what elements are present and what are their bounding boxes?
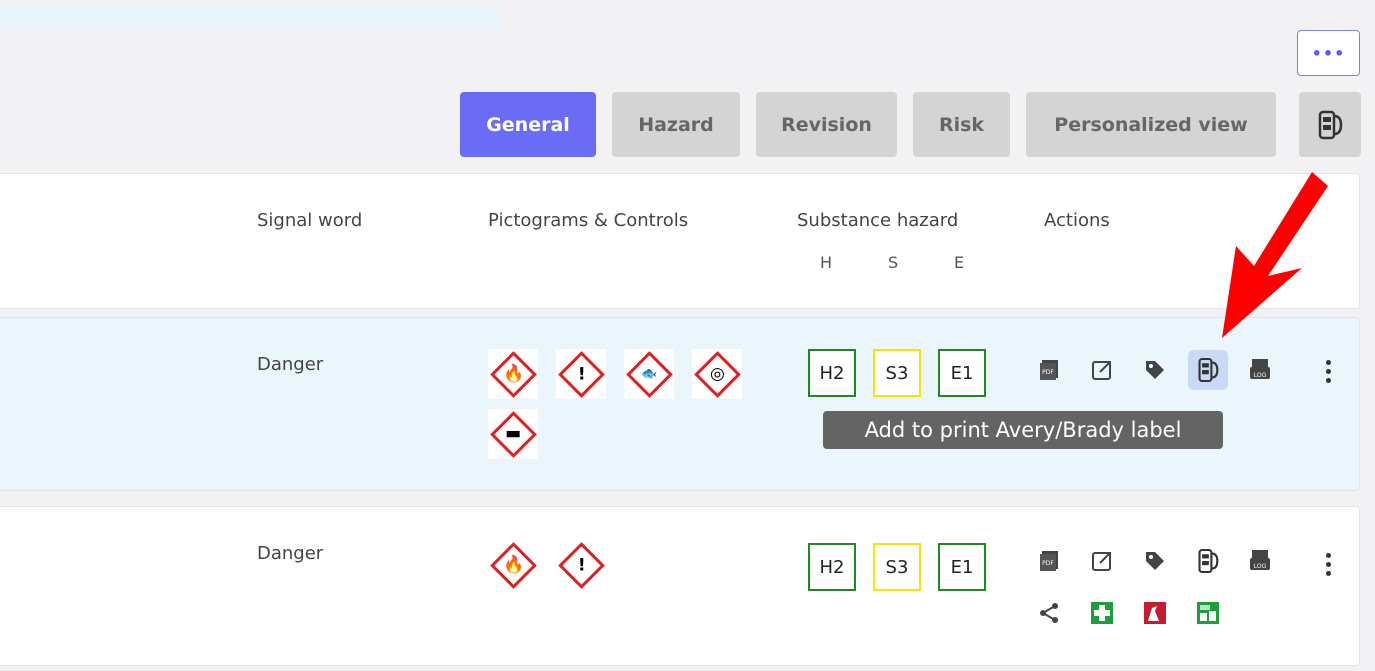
signal-word-value: Danger [257,354,324,375]
pdf-icon[interactable]: PDF [1029,350,1069,390]
fire-extinguisher-sign-icon[interactable] [1135,593,1175,633]
info-banner [0,8,500,30]
pdf-icon[interactable]: PDF [1029,541,1069,581]
gas-cylinder-pictogram: ▬ [488,409,538,459]
svg-text:LOG: LOG [1254,372,1267,379]
tooltip: Add to print Avery/Brady label [823,411,1223,449]
tab-hazard[interactable]: Hazard [612,92,740,157]
health-hazard-badge: H2 [808,349,856,397]
tab-personalized-view[interactable]: Personalized view [1026,92,1276,157]
tag-icon[interactable] [1135,350,1175,390]
log-icon[interactable]: LOG [1240,350,1280,390]
header-substance-hazard: Substance hazard [797,210,959,231]
table-row[interactable]: Danger 🔥 ! 🐟 ◎ ▬ H2 S3 E1 PDF LOG [0,317,1360,491]
first-aid-icon[interactable] [1082,593,1122,633]
health-hazard-badge: H2 [808,543,856,591]
svg-text:LOG: LOG [1254,563,1267,570]
exclamation-pictogram: ! [556,540,606,590]
add-to-label-print-icon[interactable] [1188,350,1228,390]
add-to-label-print-icon[interactable] [1188,541,1228,581]
header-e: E [954,253,965,272]
header-pictograms: Pictograms & Controls [488,210,689,231]
environment-hazard-badge: E1 [938,349,986,397]
flame-pictogram: 🔥 [488,349,538,399]
open-external-icon[interactable] [1082,541,1122,581]
header-signal-word: Signal word [257,210,363,231]
more-options-button[interactable]: ••• [1297,30,1360,76]
header-h: H [820,253,833,272]
tab-general[interactable]: General [460,92,596,157]
svg-text:PDF: PDF [1042,369,1054,376]
row-menu-icon[interactable] [1324,360,1332,383]
header-s: S [888,253,899,272]
table-header: Signal word Pictograms & Controls Substa… [0,173,1360,309]
environment-pictogram: 🐟 [624,349,674,399]
tag-icon[interactable] [1135,541,1175,581]
oxidizer-pictogram: ◎ [692,349,742,399]
spill-kit-icon[interactable] [1188,593,1228,633]
share-icon[interactable] [1029,593,1069,633]
open-external-icon[interactable] [1082,350,1122,390]
exclamation-pictogram: ! [556,349,606,399]
row-menu-icon[interactable] [1324,553,1332,576]
label-print-queue-button[interactable] [1299,92,1361,157]
log-icon[interactable]: LOG [1240,541,1280,581]
environment-hazard-badge: E1 [938,543,986,591]
tab-revision[interactable]: Revision [756,92,897,157]
label-roll-icon [1318,110,1343,139]
header-actions: Actions [1044,210,1110,231]
safety-hazard-badge: S3 [873,543,921,591]
signal-word-value: Danger [257,543,324,564]
flame-pictogram: 🔥 [488,540,538,590]
tab-risk[interactable]: Risk [913,92,1010,157]
svg-text:PDF: PDF [1042,560,1054,567]
table-row[interactable]: Danger 🔥 ! H2 S3 E1 PDF LOG [0,506,1360,666]
safety-hazard-badge: S3 [873,349,921,397]
